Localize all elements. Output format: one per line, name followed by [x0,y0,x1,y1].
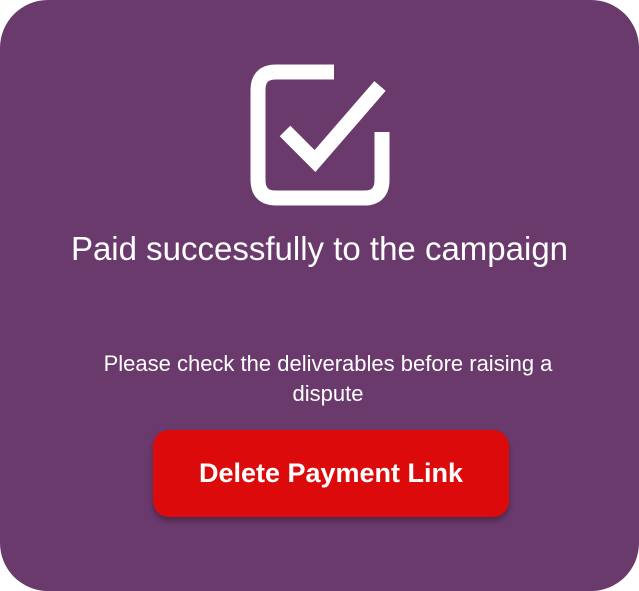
success-title: Paid successfully to the campaign [70,230,569,267]
deliverables-message: Please check the deliverables before rai… [103,351,553,406]
delete-payment-link-button[interactable]: Delete Payment Link [153,430,509,517]
checkbox-checked-icon [250,64,390,206]
payment-success-dialog: Paid successfully to the campaign Please… [0,0,639,591]
